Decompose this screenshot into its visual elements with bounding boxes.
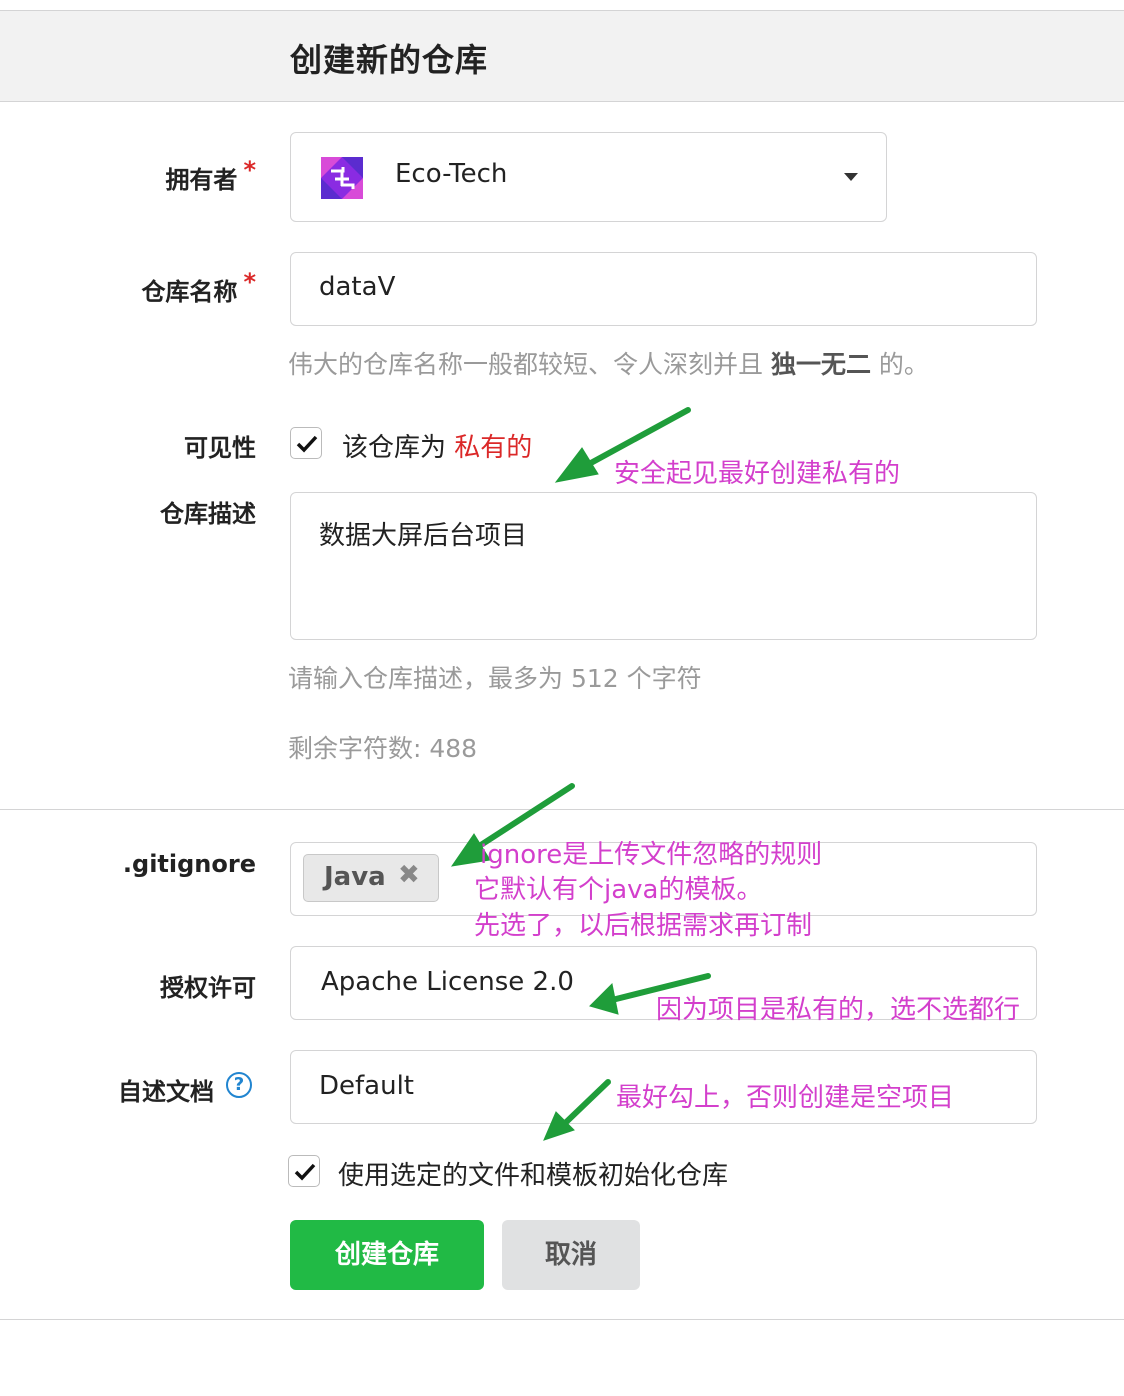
annotation-arrows <box>450 407 711 1141</box>
annotation-gitignore-3: 先选了，以后根据需求再订制 <box>474 911 813 941</box>
arrow-private-head <box>554 447 599 483</box>
annotation-gitignore-2: 它默认有个java的模板。 <box>474 875 763 905</box>
annotation-gitignore-1: ignore是上传文件忽略的规则 <box>480 840 823 870</box>
annotation-init: 最好勾上，否则创建是空项目 <box>616 1083 955 1113</box>
arrow-init <box>557 1079 611 1131</box>
annotation-license: 因为项目是私有的，选不选都行 <box>656 995 1021 1025</box>
annotation-private: 安全起见最好创建私有的 <box>614 459 901 489</box>
arrow-license-head <box>589 982 619 1015</box>
